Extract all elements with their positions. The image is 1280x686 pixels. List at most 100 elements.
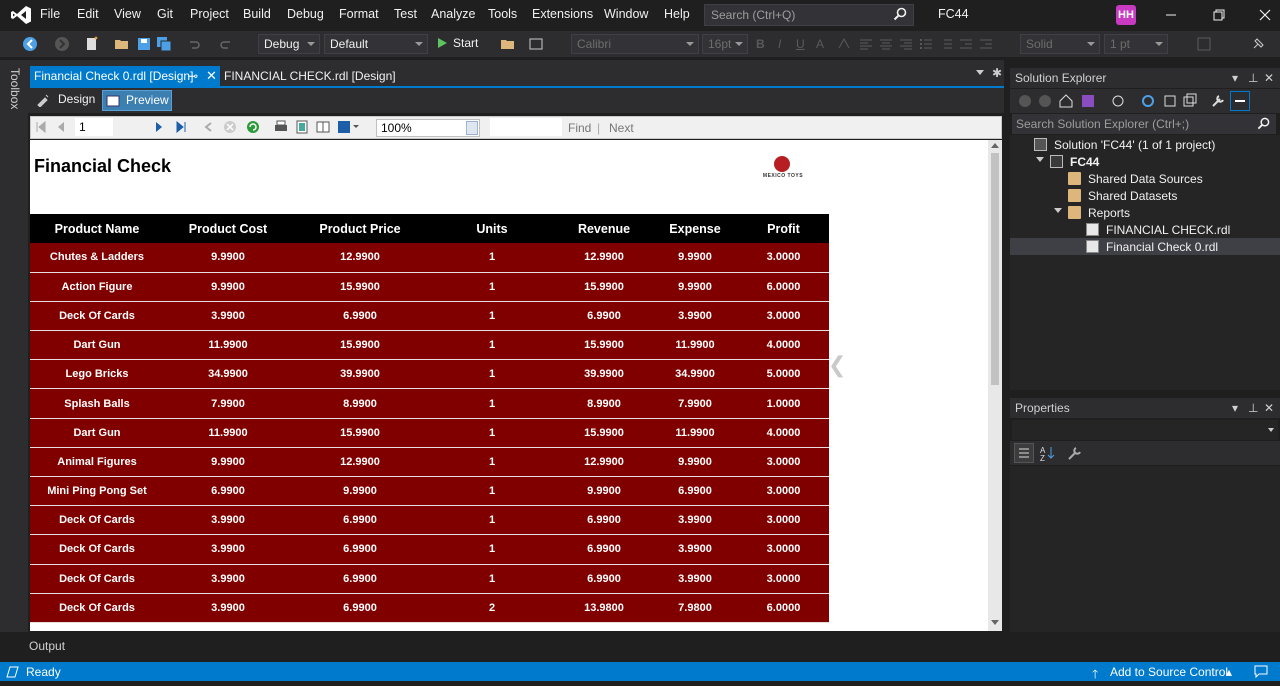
previous-page-icon[interactable] [55,121,67,133]
bold-icon[interactable]: B [756,37,765,51]
alphabetical-icon[interactable]: AZ [1038,444,1056,462]
underline-icon[interactable]: U [796,37,805,51]
menu-file[interactable]: File [40,7,60,21]
close-window-icon[interactable] [1256,6,1274,24]
notifications-icon[interactable] [1254,665,1268,678]
align-center-icon[interactable] [878,36,894,52]
show-all-files-icon[interactable] [1182,93,1198,109]
tab-preview[interactable]: Preview [102,90,172,111]
zoom-dropdown-icon[interactable] [466,121,478,135]
sync-icon[interactable] [1140,93,1156,109]
properties-close-icon[interactable]: ✕ [1264,401,1274,415]
preview-selected-icon[interactable] [1230,91,1250,111]
close-tab-icon[interactable]: ✕ [206,68,217,84]
tab-list-dropdown-icon[interactable] [976,70,984,75]
border-icon[interactable] [1196,36,1212,52]
save-icon[interactable] [136,36,152,52]
align-left-icon[interactable] [858,36,874,52]
tab-financial-check[interactable]: FINANCIAL CHECK.rdl [Design] [224,69,396,83]
tree-item[interactable]: Solution 'FC44' (1 of 1 project) [1010,136,1280,153]
export-icon[interactable] [337,120,359,134]
menu-debug[interactable]: Debug [287,7,324,21]
config-combo[interactable]: Debug [258,34,320,54]
minimize-icon[interactable] [1162,6,1180,24]
last-page-icon[interactable] [175,121,187,133]
scroll-down-icon[interactable] [991,620,999,625]
tree-item[interactable]: FINANCIAL CHECK.rdl [1010,221,1280,238]
scrollbar-thumb[interactable] [991,153,999,385]
indent-increase-icon[interactable] [978,36,994,52]
collapse-all-icon[interactable] [1162,93,1178,109]
align-right-icon[interactable] [898,36,914,52]
settings-gear-icon[interactable]: ✱ [992,66,1002,80]
search-input[interactable]: Search (Ctrl+Q) [704,4,914,26]
menu-analyze[interactable]: Analyze [431,7,475,21]
properties-menu-icon[interactable]: ▾ [1232,401,1238,415]
property-pages-wrench-icon[interactable] [1066,444,1084,462]
pin-toolbar-icon[interactable] [1250,36,1266,52]
back-to-parent-icon[interactable] [203,121,215,133]
new-project-icon[interactable] [84,36,100,52]
line-width-combo[interactable]: 1 pt [1104,34,1168,54]
panel-close-icon[interactable]: ✕ [1264,71,1274,85]
menu-build[interactable]: Build [243,7,271,21]
refresh-icon[interactable] [246,120,260,134]
menu-help[interactable]: Help [664,7,690,21]
menu-test[interactable]: Test [394,7,417,21]
panel-menu-icon[interactable]: ▾ [1232,71,1238,85]
stop-icon[interactable] [223,120,237,134]
home-icon[interactable] [1058,93,1074,109]
find-next-link[interactable]: Next [609,121,634,135]
back-icon[interactable] [22,36,38,52]
redo-icon[interactable] [218,36,234,52]
page-setup-icon[interactable] [316,120,330,134]
menu-view[interactable]: View [114,7,141,21]
tab-financial-check-0[interactable]: Financial Check 0.rdl [Design] ⊸ ✕ [30,66,220,87]
menu-extensions[interactable]: Extensions [532,7,593,21]
properties-pin-icon[interactable]: ⊥ [1248,401,1258,415]
restore-icon[interactable] [1210,6,1228,24]
font-combo[interactable]: Calibri [571,34,699,54]
tree-item[interactable]: FC44 [1010,153,1280,170]
zoom-combo[interactable]: 100% [376,119,480,137]
italic-icon[interactable]: I [778,37,781,51]
current-page-input[interactable]: 1 [75,118,113,136]
solution-search-input[interactable]: Search Solution Explorer (Ctrl+;) [1012,114,1276,134]
open-icon[interactable] [114,36,130,52]
pin-icon[interactable]: ⊸ [188,69,198,83]
forward-icon[interactable] [54,36,70,52]
pending-changes-icon[interactable] [1110,93,1126,109]
menu-window[interactable]: Window [604,7,648,21]
next-page-icon[interactable] [153,121,165,133]
collapse-panel-chevron-icon[interactable]: ❮ [828,352,846,378]
expand-arrow-icon[interactable] [1054,208,1062,213]
tree-item[interactable]: Shared Datasets [1010,187,1280,204]
visual-studio-logo-icon[interactable] [10,5,32,25]
tree-item[interactable]: Financial Check 0.rdl [1010,238,1280,255]
first-page-icon[interactable] [35,121,47,133]
menu-project[interactable]: Project [190,7,229,21]
menu-format[interactable]: Format [339,7,379,21]
menu-tools[interactable]: Tools [488,7,517,21]
switch-views-icon[interactable] [1080,93,1096,109]
categorized-icon[interactable] [1014,443,1034,463]
indent-decrease-icon[interactable] [958,36,974,52]
report-preview-canvas[interactable]: Financial Check MEXICO TOYS Product Name… [30,140,988,631]
toolbox-strip[interactable]: Toolbox [0,60,28,632]
bullets-icon[interactable] [918,36,934,52]
output-tab[interactable]: Output [29,639,65,653]
tree-item[interactable]: Reports [1010,204,1280,221]
scroll-up-icon[interactable] [991,143,999,148]
se-forward-icon[interactable] [1038,94,1052,108]
properties-wrench-icon[interactable] [1210,93,1226,109]
print-icon[interactable] [274,120,288,134]
print-layout-icon[interactable] [295,120,309,134]
browser-icon[interactable] [528,36,544,52]
find-text-input[interactable] [490,118,562,136]
platform-combo[interactable]: Default [324,34,428,54]
se-back-icon[interactable] [1018,94,1032,108]
font-color-icon[interactable]: A [816,37,824,51]
line-style-combo[interactable]: Solid [1020,34,1100,54]
panel-pin-icon[interactable]: ⊥ [1248,71,1258,85]
save-all-icon[interactable] [156,36,172,52]
